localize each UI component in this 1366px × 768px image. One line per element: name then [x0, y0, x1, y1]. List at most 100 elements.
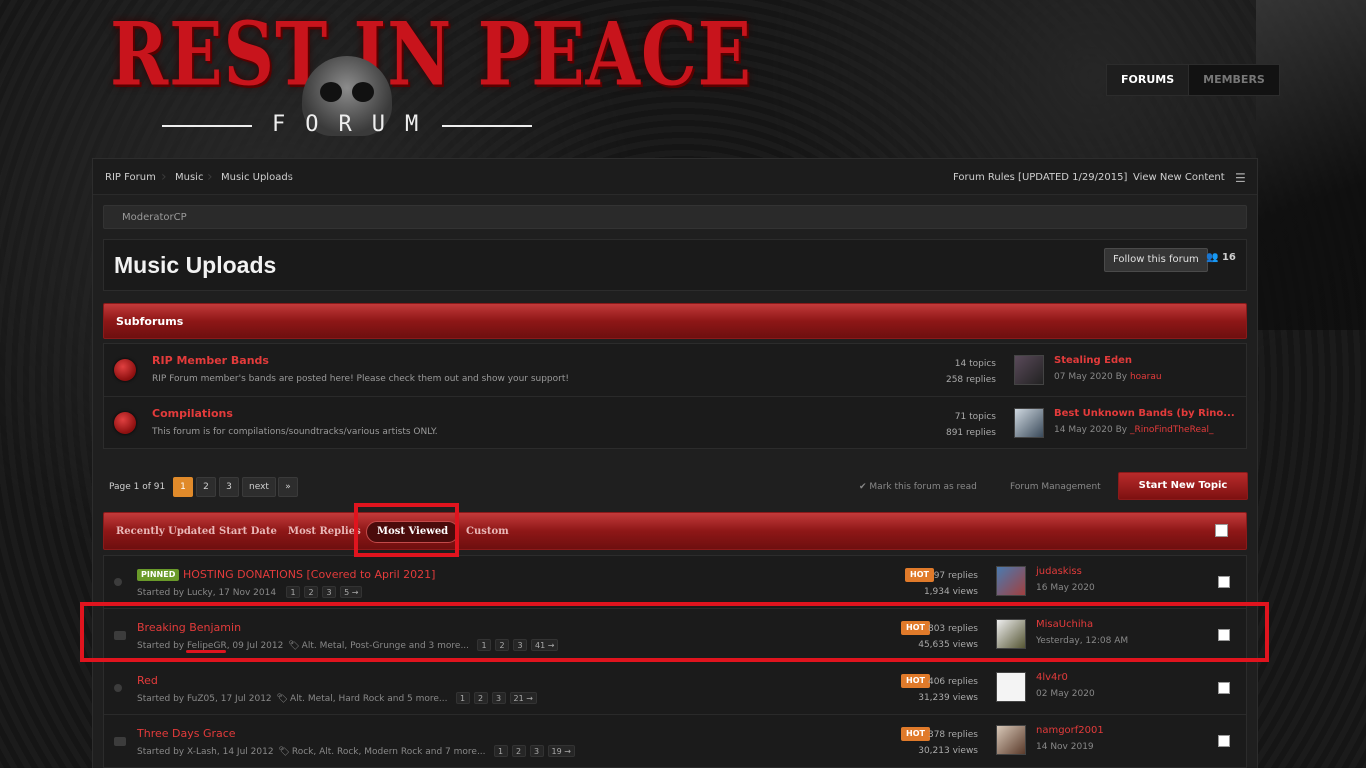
- reply-count: 378 replies: [927, 730, 978, 740]
- follow-forum-button[interactable]: Follow this forum: [1104, 248, 1208, 272]
- breadcrumb-music-uploads[interactable]: Music Uploads: [221, 172, 293, 183]
- forum-status-icon: [114, 412, 136, 434]
- topic-page-link[interactable]: 21 →: [509, 692, 537, 704]
- follower-count[interactable]: 👥 16: [1206, 252, 1236, 263]
- chat-bubble-icon: [114, 737, 126, 746]
- last-post-date: 02 May 2020: [1036, 689, 1095, 699]
- last-post-meta: 14 May 2020 By _RinoFindTheReal_: [1054, 425, 1214, 435]
- view-count: 30,213 views: [918, 746, 978, 756]
- page-3-button[interactable]: 3: [219, 477, 239, 497]
- last-post-avatar[interactable]: [1014, 355, 1044, 385]
- subforum-row: Compilations This forum is for compilati…: [104, 397, 1246, 450]
- breadcrumb-rip-forum[interactable]: RIP Forum: [105, 172, 156, 183]
- topic-count: 71 topics: [954, 412, 996, 422]
- reply-count: 97 replies: [933, 571, 978, 581]
- logo-subtitle: FORUM: [272, 112, 439, 137]
- topic-page-link[interactable]: 5 →: [340, 586, 363, 598]
- annotation-box-most-viewed: [354, 503, 459, 557]
- avatar[interactable]: [996, 725, 1026, 755]
- nav-members[interactable]: MEMBERS: [1189, 65, 1279, 95]
- topic-page-link[interactable]: 19 →: [547, 745, 575, 757]
- sort-custom[interactable]: Custom: [466, 526, 509, 537]
- topic-page-link[interactable]: 3: [529, 745, 544, 757]
- subforum-row: RIP Member Bands RIP Forum member's band…: [104, 344, 1246, 397]
- avatar[interactable]: [996, 672, 1026, 702]
- last-poster[interactable]: namgorf2001: [1036, 725, 1104, 736]
- page-info: Page 1 of 91: [109, 482, 166, 492]
- last-post-avatar[interactable]: [1014, 408, 1044, 438]
- subforum-name[interactable]: RIP Member Bands: [152, 354, 269, 367]
- next-page-button[interactable]: next: [242, 477, 276, 497]
- topic-title[interactable]: Red: [137, 674, 158, 687]
- last-poster[interactable]: 4lv4r0: [1036, 672, 1068, 683]
- topic-checkbox[interactable]: [1218, 682, 1230, 694]
- subforums-header: Subforums: [103, 303, 1247, 339]
- start-new-topic-button[interactable]: Start New Topic: [1118, 472, 1248, 500]
- checkmark-icon: ✔: [859, 482, 867, 492]
- last-post-meta: 07 May 2020 By hoarau: [1054, 372, 1162, 382]
- last-poster[interactable]: judaskiss: [1036, 566, 1082, 577]
- topic-page-link[interactable]: 2: [473, 692, 488, 704]
- last-page-button[interactable]: »: [278, 477, 298, 497]
- topic-checkbox[interactable]: [1218, 735, 1230, 747]
- list-view-icon[interactable]: ☰: [1235, 171, 1246, 185]
- subforums-list: RIP Member Bands RIP Forum member's band…: [103, 343, 1247, 449]
- tag-icon: 🏷: [278, 747, 290, 757]
- moderator-cp-bar: ModeratorCP: [103, 205, 1247, 229]
- topic-stats: 406 replies 31,239 views: [918, 674, 978, 706]
- forum-rules-link[interactable]: Forum Rules [UPDATED 1/29/2015]: [953, 172, 1127, 183]
- pinned-badge: PINNED: [137, 569, 180, 581]
- topic-page-link[interactable]: 2: [304, 586, 319, 598]
- topic-title[interactable]: HOSTING DONATIONS [Covered to April 2021…: [183, 568, 435, 581]
- annotation-box-topic-row: [80, 602, 1269, 662]
- view-count: 1,934 views: [923, 587, 978, 597]
- tag-icon: 🏷: [276, 694, 288, 704]
- reply-count: 406 replies: [927, 677, 978, 687]
- forum-management-link[interactable]: Forum Management: [1010, 482, 1101, 492]
- subforum-name[interactable]: Compilations: [152, 407, 233, 420]
- topic-tags[interactable]: Alt. Metal, Hard Rock and 5 more...: [290, 694, 448, 704]
- page-2-button[interactable]: 2: [196, 477, 216, 497]
- subforum-stats: 14 topics 258 replies: [946, 356, 996, 388]
- avatar[interactable]: [996, 566, 1026, 596]
- reply-count: 258 replies: [945, 375, 996, 385]
- topic-page-link[interactable]: 3: [491, 692, 506, 704]
- topic-page-link[interactable]: 2: [511, 745, 526, 757]
- mark-read-label: Mark this forum as read: [869, 482, 977, 492]
- topic-page-link[interactable]: 1: [286, 586, 301, 598]
- topic-stats: 97 replies 1,934 views: [924, 568, 978, 600]
- topic-page-link[interactable]: 1: [493, 745, 508, 757]
- table-row: Three Days Grace Started by X-Lash, 14 J…: [104, 715, 1246, 768]
- sort-recently-updated[interactable]: Recently Updated: [116, 526, 215, 537]
- mark-forum-read-link[interactable]: ✔ Mark this forum as read: [859, 482, 977, 492]
- topic-tags[interactable]: Rock, Alt. Rock, Modern Rock and 7 more.…: [292, 747, 486, 757]
- follower-count-value: 16: [1221, 252, 1236, 263]
- last-post-date: 16 May 2020: [1036, 583, 1095, 593]
- topic-count: 14 topics: [954, 359, 996, 369]
- page-1-button[interactable]: 1: [173, 477, 193, 497]
- guitar-background-image: [1256, 0, 1366, 330]
- breadcrumb-music[interactable]: Music: [175, 172, 203, 183]
- logo-divider-right: [442, 125, 532, 127]
- topic-checkbox[interactable]: [1218, 576, 1230, 588]
- topic-page-link[interactable]: 1: [455, 692, 470, 704]
- last-post-user[interactable]: hoarau: [1130, 372, 1162, 382]
- last-post-title[interactable]: Stealing Eden: [1054, 355, 1132, 366]
- last-post-user[interactable]: _RinoFindTheReal_: [1130, 425, 1214, 435]
- followers-icon: 👥: [1206, 252, 1219, 263]
- logo-title: REST IN PEACE: [110, 2, 753, 106]
- logo-divider-left: [162, 125, 252, 127]
- forum-status-icon: [114, 359, 136, 381]
- site-logo[interactable]: REST IN PEACE FORUM: [106, 0, 751, 148]
- nav-forums[interactable]: FORUMS: [1107, 65, 1190, 95]
- topic-title[interactable]: Three Days Grace: [137, 727, 236, 740]
- moderator-cp-link[interactable]: ModeratorCP: [122, 212, 187, 223]
- sort-start-date[interactable]: Start Date: [219, 526, 277, 537]
- select-all-checkbox[interactable]: [1215, 524, 1228, 537]
- topic-status-icon: [114, 684, 122, 692]
- last-post-title[interactable]: Best Unknown Bands (by Rino...: [1054, 408, 1235, 419]
- view-new-content-link[interactable]: View New Content: [1133, 172, 1225, 183]
- sort-most-replies[interactable]: Most Replies: [288, 526, 361, 537]
- reply-count: 891 replies: [945, 428, 996, 438]
- topic-page-link[interactable]: 3: [322, 586, 337, 598]
